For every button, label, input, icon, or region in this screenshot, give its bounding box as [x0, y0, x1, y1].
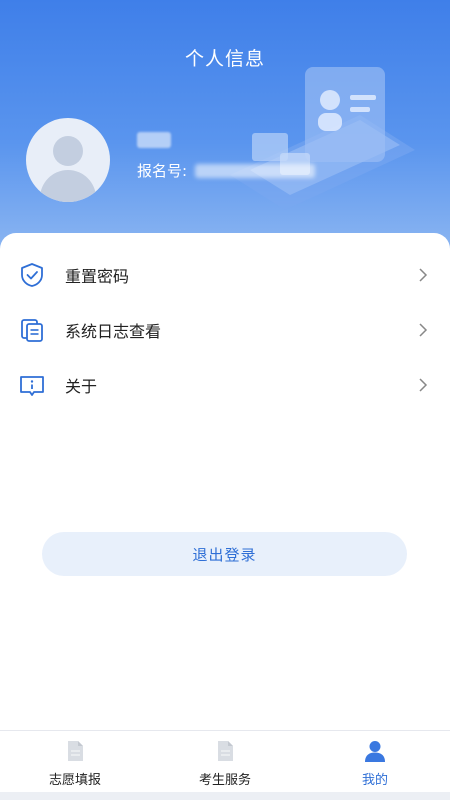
menu-item-about[interactable]: 关于	[0, 358, 450, 412]
menu-item-label: 重置密码	[65, 267, 130, 286]
menu-item-label: 系统日志查看	[65, 322, 162, 341]
chevron-right-icon	[419, 378, 428, 392]
avatar-body-shape	[40, 170, 96, 202]
chevron-right-icon	[419, 268, 428, 282]
logout-button[interactable]: 退出登录	[42, 532, 407, 576]
profile-header: 个人信息 报名号:	[0, 0, 450, 260]
bottom-safe-area	[0, 792, 450, 800]
tab-label: 我的	[361, 773, 388, 788]
menu-card: 重置密码 系统日志查看 关于	[0, 233, 450, 730]
tab-volunteer-application[interactable]: 志愿填报	[0, 731, 150, 793]
bottom-tab-bar: 志愿填报 考生服务 我的	[0, 730, 450, 793]
avatar-head-shape	[53, 136, 83, 166]
person-icon	[365, 741, 385, 762]
avatar[interactable]	[26, 118, 110, 202]
user-name-redacted	[137, 132, 171, 148]
tab-label: 考生服务	[198, 773, 251, 788]
tab-label: 志愿填报	[48, 773, 101, 788]
menu-item-reset-password[interactable]: 重置密码	[0, 248, 450, 302]
tab-mine[interactable]: 我的	[300, 731, 450, 793]
menu-item-label: 关于	[65, 377, 98, 396]
documents-icon	[21, 319, 43, 342]
document-icon	[68, 741, 83, 761]
chevron-right-icon	[419, 323, 428, 337]
registration-label: 报名号:	[137, 162, 188, 180]
id-card-illustration-icon	[230, 67, 415, 210]
document-icon	[218, 741, 233, 761]
registration-row: 报名号:	[137, 160, 316, 181]
tab-examinee-services[interactable]: 考生服务	[150, 731, 300, 793]
info-icon	[20, 376, 44, 396]
registration-value-redacted	[195, 163, 316, 178]
shield-check-icon	[21, 263, 43, 287]
menu-item-system-log[interactable]: 系统日志查看	[0, 303, 450, 357]
